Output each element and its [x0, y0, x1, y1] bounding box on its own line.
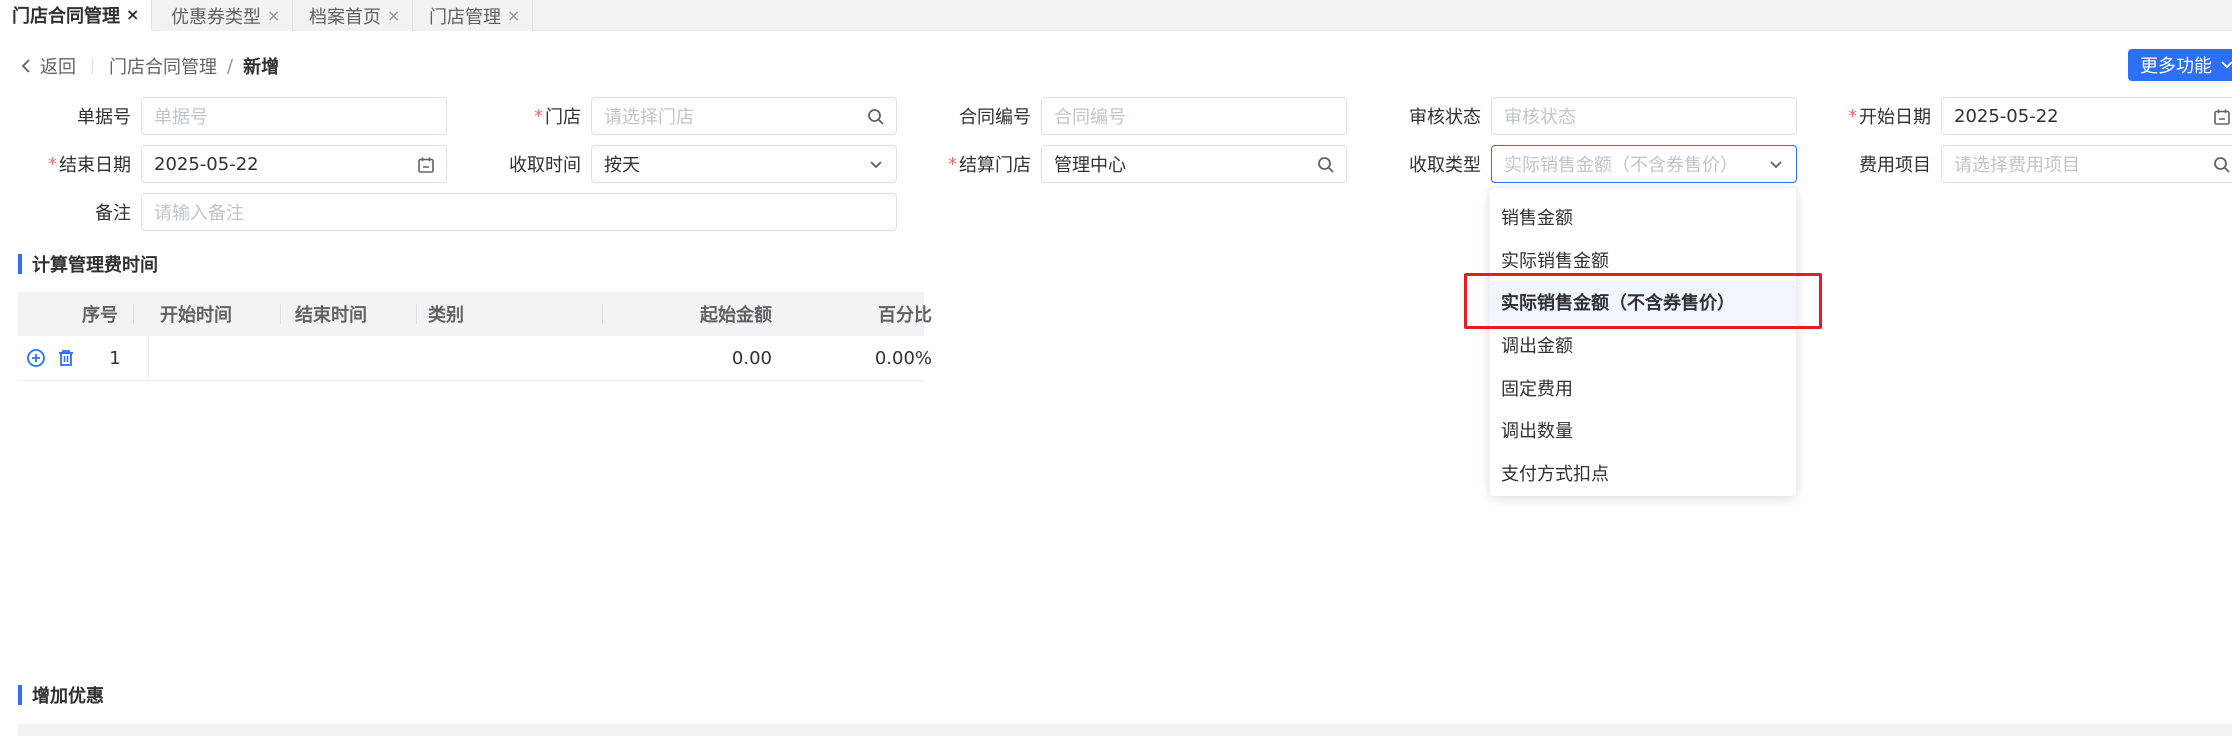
- dropdown-option-sales-amount[interactable]: 销售金额: [1490, 196, 1796, 239]
- tab-archive-home[interactable]: 档案首页 ×: [297, 0, 414, 31]
- fee-item-select[interactable]: 请选择费用项目: [1941, 145, 2232, 183]
- store-select[interactable]: 请选择门店: [591, 97, 897, 135]
- cell-start-amount[interactable]: 0.00: [604, 336, 772, 380]
- collect-time-label: 收取时间: [509, 155, 581, 176]
- close-icon[interactable]: ×: [126, 5, 139, 24]
- audit-status-label: 审核状态: [1409, 107, 1481, 128]
- doc-no-label: 单据号: [77, 107, 131, 128]
- column-header-end-time: 结束时间: [295, 305, 367, 326]
- contract-no-input[interactable]: 合同编号: [1041, 97, 1347, 135]
- end-date-picker[interactable]: 2025-05-22: [141, 145, 447, 183]
- tab-label: 门店合同管理: [12, 5, 120, 27]
- search-icon[interactable]: [2212, 155, 2232, 175]
- end-date-label: * 结束日期: [48, 153, 131, 177]
- tab-label: 档案首页: [309, 6, 381, 28]
- tab-label: 优惠券类型: [171, 6, 261, 28]
- column-divider: [922, 304, 923, 324]
- fee-item-label: 费用项目: [1859, 155, 1931, 176]
- divider: [92, 58, 93, 74]
- breadcrumb-parent[interactable]: 门店合同管理: [109, 53, 217, 79]
- column-header-category: 类别: [428, 305, 464, 326]
- column-divider: [133, 304, 134, 324]
- column-divider: [602, 304, 603, 324]
- column-divider: [280, 304, 281, 324]
- remark-label: 备注: [95, 203, 131, 224]
- breadcrumb: 返回 门店合同管理 / 新增: [20, 52, 279, 80]
- chevron-left-icon: [21, 59, 30, 73]
- collect-type-dropdown: 销售金额 实际销售金额 实际销售金额（不含券售价） 调出金额 固定费用 调出数量…: [1490, 188, 1796, 496]
- more-functions-label: 更多功能: [2140, 56, 2212, 77]
- edge-mark-icon: [2226, 456, 2232, 462]
- section-title-text: 增加优惠: [32, 686, 104, 707]
- column-header-index: 序号: [82, 305, 118, 326]
- collect-type-label: 收取类型: [1409, 155, 1481, 176]
- dropdown-option-payment-deduction[interactable]: 支付方式扣点: [1490, 452, 1796, 495]
- section-title-text: 计算管理费时间: [32, 255, 158, 276]
- chevron-down-icon[interactable]: [866, 155, 886, 175]
- calendar-icon[interactable]: [416, 155, 436, 175]
- table-row: 1 0.00 0.00%: [18, 336, 932, 381]
- dropdown-option-actual-sales-amount[interactable]: 实际销售金额: [1490, 239, 1796, 282]
- chevron-down-icon: [2221, 61, 2232, 69]
- dropdown-option-transfer-out-amount[interactable]: 调出金额: [1490, 324, 1796, 367]
- close-icon[interactable]: ×: [267, 6, 280, 25]
- back-button[interactable]: 返回: [20, 53, 76, 79]
- tab-bar: 门店合同管理 × 优惠券类型 × 档案首页 × 门店管理 ×: [0, 0, 2232, 31]
- breadcrumb-current: 新增: [243, 57, 280, 78]
- collect-time-select[interactable]: 按天: [591, 145, 897, 183]
- search-icon[interactable]: [1316, 155, 1336, 175]
- column-header-percent: 百分比: [878, 305, 932, 326]
- tab-store-management[interactable]: 门店管理 ×: [417, 0, 534, 31]
- add-row-icon[interactable]: [26, 336, 46, 380]
- close-icon[interactable]: ×: [507, 6, 520, 25]
- more-functions-button[interactable]: 更多功能: [2128, 49, 2232, 81]
- column-header-start-time: 开始时间: [160, 305, 232, 326]
- dropdown-option-actual-sales-excl-coupon[interactable]: 实际销售金额（不含券售价）: [1490, 281, 1796, 324]
- discount-table-header: [18, 724, 2232, 736]
- column-divider: [416, 304, 417, 324]
- tab-store-contract[interactable]: 门店合同管理 ×: [0, 0, 153, 31]
- dropdown-option-fixed-fee[interactable]: 固定费用: [1490, 366, 1796, 409]
- section-title-fee-time: 计算管理费时间: [18, 251, 158, 277]
- table-header: 序号 开始时间 结束时间 类别 起始金额 百分比: [18, 292, 932, 336]
- store-label: * 门店: [534, 105, 581, 129]
- delete-row-icon[interactable]: [56, 336, 76, 380]
- section-accent-bar: [18, 254, 22, 274]
- calendar-icon[interactable]: [2212, 107, 2232, 127]
- section-title-discount: 增加优惠: [18, 682, 104, 708]
- chevron-down-icon[interactable]: [1766, 155, 1786, 175]
- collect-type-select[interactable]: 实际销售金额（不含券售价）: [1491, 145, 1797, 183]
- cell-divider: [148, 336, 149, 380]
- doc-no-input[interactable]: 单据号: [141, 97, 447, 135]
- audit-status-input[interactable]: 审核状态: [1491, 97, 1797, 135]
- settle-store-label: * 结算门店: [948, 153, 1031, 177]
- start-date-picker[interactable]: 2025-05-22: [1941, 97, 2232, 135]
- breadcrumb-separator: /: [227, 55, 234, 77]
- remark-input[interactable]: 请输入备注: [141, 193, 897, 231]
- settle-store-select[interactable]: 管理中心: [1041, 145, 1347, 183]
- column-header-start-amount: 起始金额: [700, 305, 772, 326]
- back-label: 返回: [40, 57, 76, 78]
- tab-coupon-type[interactable]: 优惠券类型 ×: [159, 0, 294, 31]
- search-icon[interactable]: [866, 107, 886, 127]
- tab-label: 门店管理: [429, 6, 501, 28]
- dropdown-option-transfer-out-quantity[interactable]: 调出数量: [1490, 409, 1796, 452]
- contract-no-label: 合同编号: [959, 107, 1031, 128]
- cell-percent[interactable]: 0.00%: [768, 336, 932, 380]
- close-icon[interactable]: ×: [387, 6, 400, 25]
- start-date-label: * 开始日期: [1848, 105, 1931, 129]
- section-accent-bar: [18, 685, 22, 705]
- column-divider: [762, 304, 763, 324]
- edge-mark-icon: [2226, 498, 2232, 504]
- cell-index: 1: [109, 347, 121, 369]
